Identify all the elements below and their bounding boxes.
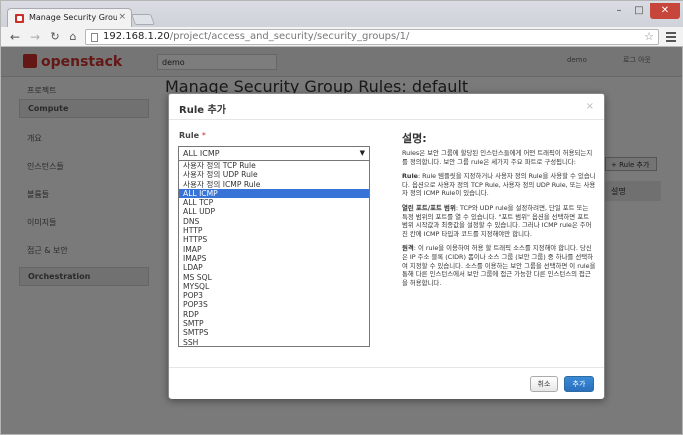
modal-title: Rule 추가 — [179, 105, 226, 116]
help-paragraph-text: : Rule 템플릿을 지정하거나 사용자 정의 Rule을 사용할 수 있습니… — [402, 172, 596, 198]
address-bar[interactable]: 192.168.1.20/project/access_and_security… — [85, 29, 659, 45]
rule-option[interactable]: RDP — [179, 310, 369, 319]
maximize-button[interactable]: □ — [629, 3, 649, 19]
rule-option[interactable]: POP3 — [179, 291, 369, 300]
rule-option[interactable]: 사용자 정의 UDP Rule — [179, 170, 369, 179]
help-paragraph-term: 원격 — [402, 244, 414, 253]
openstack-favicon-icon — [15, 14, 24, 23]
bookmark-star-icon[interactable]: ☆ — [644, 30, 654, 43]
reload-icon[interactable]: ↻ — [47, 29, 63, 45]
rule-option[interactable]: MS SQL — [179, 273, 369, 282]
modal-footer: 취소 추가 — [169, 367, 604, 399]
cancel-button[interactable]: 취소 — [530, 376, 558, 392]
help-paragraph: Rules은 보안 그룹에 할당된 인스턴스들에게 어떤 트래픽이 허용되는지를… — [402, 149, 596, 166]
rule-option[interactable]: SMTP — [179, 319, 369, 328]
url-text[interactable]: 192.168.1.20/project/access_and_security… — [103, 31, 409, 42]
modal-close-icon[interactable]: × — [586, 101, 594, 112]
home-icon[interactable]: ⌂ — [65, 29, 81, 45]
new-tab-button[interactable] — [130, 14, 156, 25]
rule-option[interactable]: HTTPS — [179, 235, 369, 244]
page-document-icon — [91, 33, 98, 42]
rule-option[interactable]: 사용자 정의 TCP Rule — [179, 161, 369, 170]
browser-toolbar: ← → ↻ ⌂ 192.168.1.20/project/access_and_… — [1, 27, 683, 47]
modal-header: Rule 추가 × — [169, 94, 604, 120]
rule-select[interactable]: ALL ICMP ▼ — [178, 146, 370, 161]
rule-option[interactable]: MYSQL — [179, 282, 369, 291]
dropdown-arrow-icon[interactable]: ▼ — [360, 149, 365, 157]
help-paragraph: Rule: Rule 템플릿을 지정하거나 사용자 정의 Rule을 사용할 수… — [402, 172, 596, 198]
help-paragraph-text: Rules은 보안 그룹에 할당된 인스턴스들에게 어떤 트래픽이 허용되는지를… — [402, 149, 593, 166]
rule-option[interactable]: SMTPS — [179, 328, 369, 337]
forward-arrow-icon[interactable]: → — [27, 29, 43, 45]
title-bar: Manage Security Group R × – □ ✕ — [1, 1, 683, 27]
required-asterisk: * — [201, 131, 206, 140]
help-paragraph-text: : 이 rule을 이용하여 허용 할 트래픽 소스를 지정해야 합니다. 당신… — [402, 244, 596, 287]
rule-option[interactable]: DNS — [179, 217, 369, 226]
add-rule-modal: Rule 추가 × Rule * ALL ICMP ▼ 사용자 정의 TCP R… — [168, 93, 605, 399]
tab-title: Manage Security Group R — [29, 13, 117, 22]
rule-option[interactable]: IMAP — [179, 245, 369, 254]
help-panel: 설명: Rules은 보안 그룹에 할당된 인스턴스들에게 어떤 트래픽이 허용… — [402, 130, 596, 293]
url-host: 192.168.1.20 — [103, 31, 170, 42]
url-path: /project/access_and_security/security_gr… — [169, 31, 410, 42]
tab-close-icon[interactable]: × — [118, 12, 126, 22]
help-paragraph-term: Rule — [402, 172, 418, 181]
help-paragraph-term: 열린 포트/포트 범위 — [402, 203, 456, 212]
rule-select-value: ALL ICMP — [183, 149, 220, 158]
browser-menu-icon[interactable] — [664, 30, 678, 44]
rule-option[interactable]: ALL ICMP — [179, 188, 369, 199]
rule-option[interactable]: HTTP — [179, 226, 369, 235]
close-window-button[interactable]: ✕ — [650, 3, 680, 19]
help-paragraph: 열린 포트/포트 범위: TCP와 UDP rule을 설정하려면, 단일 포트… — [402, 204, 596, 238]
help-title: 설명: — [402, 132, 427, 145]
rule-label-text: Rule — [179, 131, 200, 140]
rule-option[interactable]: SSH — [179, 338, 369, 346]
rule-option[interactable]: ALL UDP — [179, 207, 369, 216]
minimize-button[interactable]: – — [609, 3, 629, 19]
back-arrow-icon[interactable]: ← — [7, 29, 23, 45]
add-button[interactable]: 추가 — [564, 376, 594, 392]
rule-option[interactable]: LDAP — [179, 263, 369, 272]
help-paragraph: 원격: 이 rule을 이용하여 허용 할 트래픽 소스를 지정해야 합니다. … — [402, 244, 596, 287]
rule-option[interactable]: 사용자 정의 ICMP Rule — [179, 180, 369, 189]
rule-option[interactable]: ALL TCP — [179, 198, 369, 207]
rule-option[interactable]: POP3S — [179, 300, 369, 309]
rule-options-list: 사용자 정의 TCP Rule 사용자 정의 UDP Rule 사용자 정의 ICM… — [178, 161, 370, 347]
browser-tab[interactable]: Manage Security Group R × — [7, 8, 132, 27]
rule-field-label: Rule * — [179, 131, 206, 140]
rule-option[interactable]: IMAPS — [179, 254, 369, 263]
